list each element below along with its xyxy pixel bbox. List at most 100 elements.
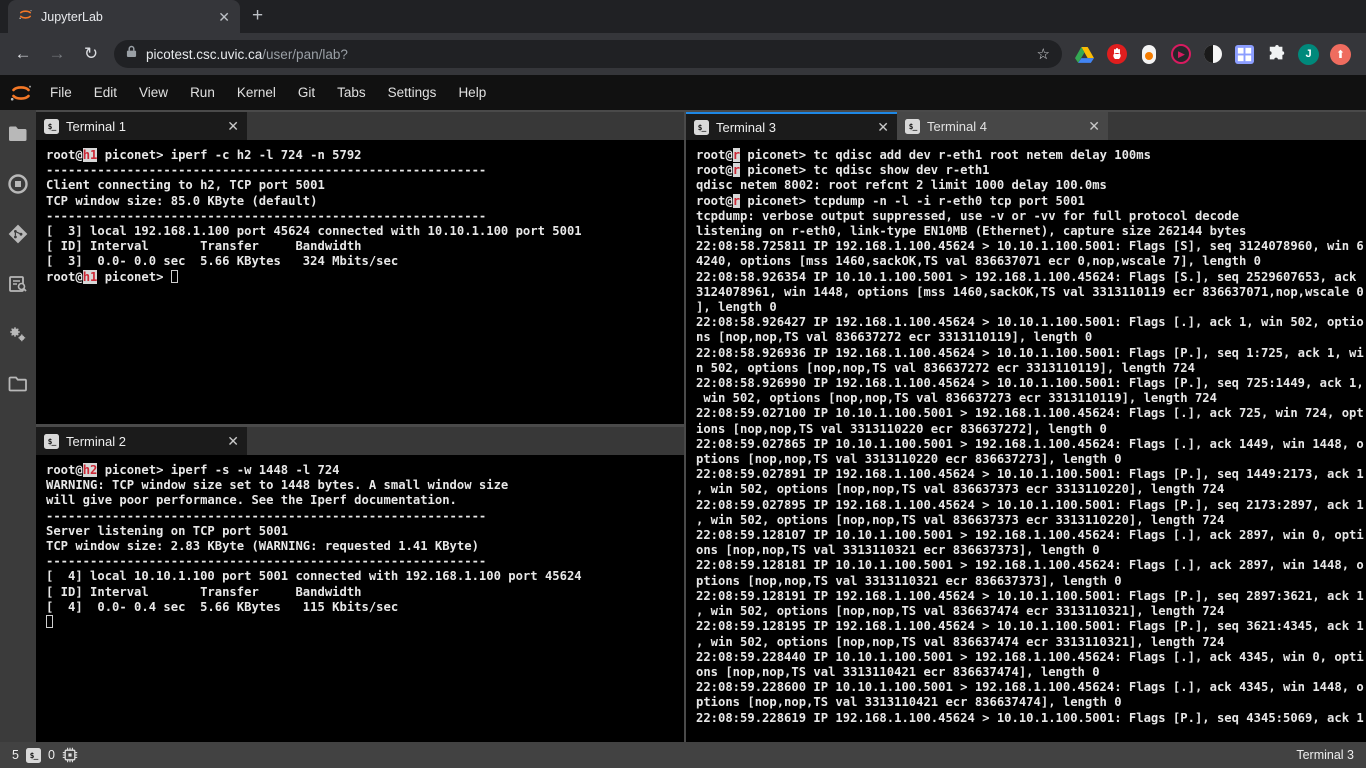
menu-item-view[interactable]: View [128, 75, 179, 110]
menu-item-settings[interactable]: Settings [377, 75, 448, 110]
host-highlight: h2 [83, 463, 98, 477]
tab-terminal-1-label: Terminal 1 [66, 119, 220, 134]
terminal-line: Server listening on TCP port 5001 [46, 524, 684, 539]
url-host: picotest.csc.uvic.ca [146, 47, 262, 62]
puzzle-extensions-icon[interactable] [1266, 44, 1287, 65]
close-icon[interactable]: ✕ [227, 118, 239, 135]
url-path: /user/pan/lab? [262, 47, 348, 62]
running-sessions-status[interactable]: 5 $_ 0 [12, 747, 78, 763]
proxy-egg-icon[interactable] [1138, 44, 1159, 65]
terminal1-panel: $_ Terminal 1 ✕ root@h1 piconet> iperf -… [36, 112, 684, 424]
terminal2-panel: $_ Terminal 2 ✕ root@h2 piconet> iperf -… [36, 427, 684, 742]
menu-item-run[interactable]: Run [179, 75, 226, 110]
menu-item-kernel[interactable]: Kernel [226, 75, 287, 110]
menu-item-help[interactable]: Help [447, 75, 497, 110]
adblock-icon[interactable] [1106, 44, 1127, 65]
host-highlight: h1 [83, 270, 98, 284]
terminal3-panel: $_ Terminal 3 ✕ $_ Terminal 4 ✕ root@r p… [686, 112, 1366, 742]
tab-terminal-3[interactable]: $_ Terminal 3 ✕ [686, 112, 897, 140]
forward-icon[interactable]: → [40, 44, 74, 64]
right-tabbar: $_ Terminal 3 ✕ $_ Terminal 4 ✕ [686, 112, 1366, 140]
kernel-chip-icon [62, 747, 78, 763]
host-highlight: r [733, 148, 740, 162]
menu-item-git[interactable]: Git [287, 75, 326, 110]
left-activity-bar [0, 110, 36, 742]
terminal-icon: $_ [694, 120, 709, 135]
tab-terminal-2[interactable]: $_ Terminal 2 ✕ [36, 427, 247, 455]
inspector-icon[interactable] [8, 274, 28, 294]
tab-close-icon[interactable]: ✕ [218, 10, 230, 24]
terminal-line: ptions [nop,nop,TS val 3313110321 ecr 83… [696, 574, 1366, 589]
terminal-line: tcpdump: verbose output suppressed, use … [696, 209, 1366, 224]
terminal-line: will give poor performance. See the Iper… [46, 493, 684, 508]
drive-icon[interactable] [1074, 44, 1095, 65]
workspace-folder-icon[interactable] [8, 374, 28, 394]
play-circle-icon[interactable]: ▶ [1170, 44, 1191, 65]
terminal-line: n 502, options [nop,nop,TS val 836637272… [696, 361, 1366, 376]
terminal2-output[interactable]: root@h2 piconet> iperf -s -w 1448 -l 724… [36, 455, 684, 742]
terminal-line: 22:08:58.725811 IP 192.168.1.100.45624 >… [696, 239, 1366, 254]
extensions-icon[interactable] [8, 324, 28, 344]
terminal-line: TCP window size: 85.0 KByte (default) [46, 194, 684, 209]
terminal-line: WARNING: TCP window size set to 1448 byt… [46, 478, 684, 493]
browser-tabstrip: JupyterLab ✕ + [0, 0, 1366, 33]
terminal-line: ions [nop,nop,TS val 3313110220 ecr 8366… [696, 422, 1366, 437]
terminal-line: , win 502, options [nop,nop,TS val 83663… [696, 513, 1366, 528]
terminal3-output[interactable]: root@r piconet> tc qdisc add dev r-eth1 … [686, 140, 1366, 742]
jupyterlab-logo-icon [9, 81, 33, 105]
terminal-line: [ 4] local 10.10.1.100 port 5001 connect… [46, 569, 684, 584]
new-tab-button[interactable]: + [252, 6, 263, 26]
menu-item-edit[interactable]: Edit [83, 75, 128, 110]
terminal-line: ----------------------------------------… [46, 209, 684, 224]
terminal-line: [ ID] Interval Transfer Bandwidth [46, 239, 684, 254]
git-icon[interactable] [8, 224, 28, 244]
tab-terminal-2-label: Terminal 2 [66, 434, 220, 449]
dock-panel: $_ Terminal 1 ✕ root@h1 piconet> iperf -… [36, 110, 1366, 742]
terminal-line: ptions [nop,nop,TS val 3313110220 ecr 83… [696, 452, 1366, 467]
extension-icons: ▶ J ⬆ [1074, 44, 1351, 65]
terminal-line: win 502, options [nop,nop,TS val 8366372… [696, 391, 1366, 406]
terminal-cursor [46, 615, 53, 628]
bookmark-star-icon[interactable]: ☆ [1037, 45, 1050, 63]
terminal-line: 22:08:58.926354 IP 10.10.1.100.5001 > 19… [696, 270, 1366, 285]
terminal-line: , win 502, options [nop,nop,TS val 83663… [696, 635, 1366, 650]
terminal-line: 22:08:59.128191 IP 192.168.1.100.45624 >… [696, 589, 1366, 604]
terminal-line: 22:08:59.228619 IP 192.168.1.100.45624 >… [696, 711, 1366, 726]
running-sessions-icon[interactable] [8, 174, 28, 194]
url-bar[interactable]: picotest.csc.uvic.ca/user/pan/lab? ☆ [114, 40, 1062, 68]
status-bar: 5 $_ 0 Terminal 3 [0, 742, 1366, 768]
dark-reader-icon[interactable] [1202, 44, 1223, 65]
file-browser-icon[interactable] [8, 124, 28, 144]
menu-item-tabs[interactable]: Tabs [326, 75, 377, 110]
terminal-line [46, 615, 684, 630]
terminal-line: 22:08:58.926936 IP 192.168.1.100.45624 >… [696, 346, 1366, 361]
terminal-line: ptions [nop,nop,TS val 3313110421 ecr 83… [696, 695, 1366, 710]
terminal-count: 5 [12, 748, 19, 762]
terminal-icon: $_ [44, 434, 59, 449]
jupyter-favicon [18, 7, 33, 27]
browser-tab[interactable]: JupyterLab ✕ [8, 0, 240, 33]
close-icon[interactable]: ✕ [877, 119, 889, 136]
lock-icon [126, 45, 137, 63]
terminal-line: root@r piconet> tc qdisc show dev r-eth1 [696, 163, 1366, 178]
tab-terminal-1[interactable]: $_ Terminal 1 ✕ [36, 112, 247, 140]
tab-grid-icon[interactable] [1234, 44, 1255, 65]
close-icon[interactable]: ✕ [227, 433, 239, 450]
terminal-line: 22:08:59.027865 IP 10.10.1.100.5001 > 19… [696, 437, 1366, 452]
terminal-line: 3124078961, win 1448, options [mss 1460,… [696, 285, 1366, 300]
reload-icon[interactable]: ↻ [74, 44, 108, 64]
menu-item-file[interactable]: File [39, 75, 83, 110]
terminal-line: root@h1 piconet> [46, 270, 684, 285]
browser-tab-title: JupyterLab [41, 10, 210, 24]
terminal-line: , win 502, options [nop,nop,TS val 83663… [696, 604, 1366, 619]
profile-avatar[interactable]: J [1298, 44, 1319, 65]
terminal-line: 22:08:58.926427 IP 192.168.1.100.45624 >… [696, 315, 1366, 330]
terminal-line: [ 3] 0.0- 0.0 sec 5.66 KBytes 324 Mbits/… [46, 254, 684, 269]
back-icon[interactable]: ← [6, 44, 40, 64]
tab-terminal-4[interactable]: $_ Terminal 4 ✕ [897, 112, 1108, 140]
terminal-line: listening on r-eth0, link-type EN10MB (E… [696, 224, 1366, 239]
terminal-line: ----------------------------------------… [46, 554, 684, 569]
update-icon[interactable]: ⬆ [1330, 44, 1351, 65]
terminal1-output[interactable]: root@h1 piconet> iperf -c h2 -l 724 -n 5… [36, 140, 684, 424]
close-icon[interactable]: ✕ [1088, 118, 1100, 135]
